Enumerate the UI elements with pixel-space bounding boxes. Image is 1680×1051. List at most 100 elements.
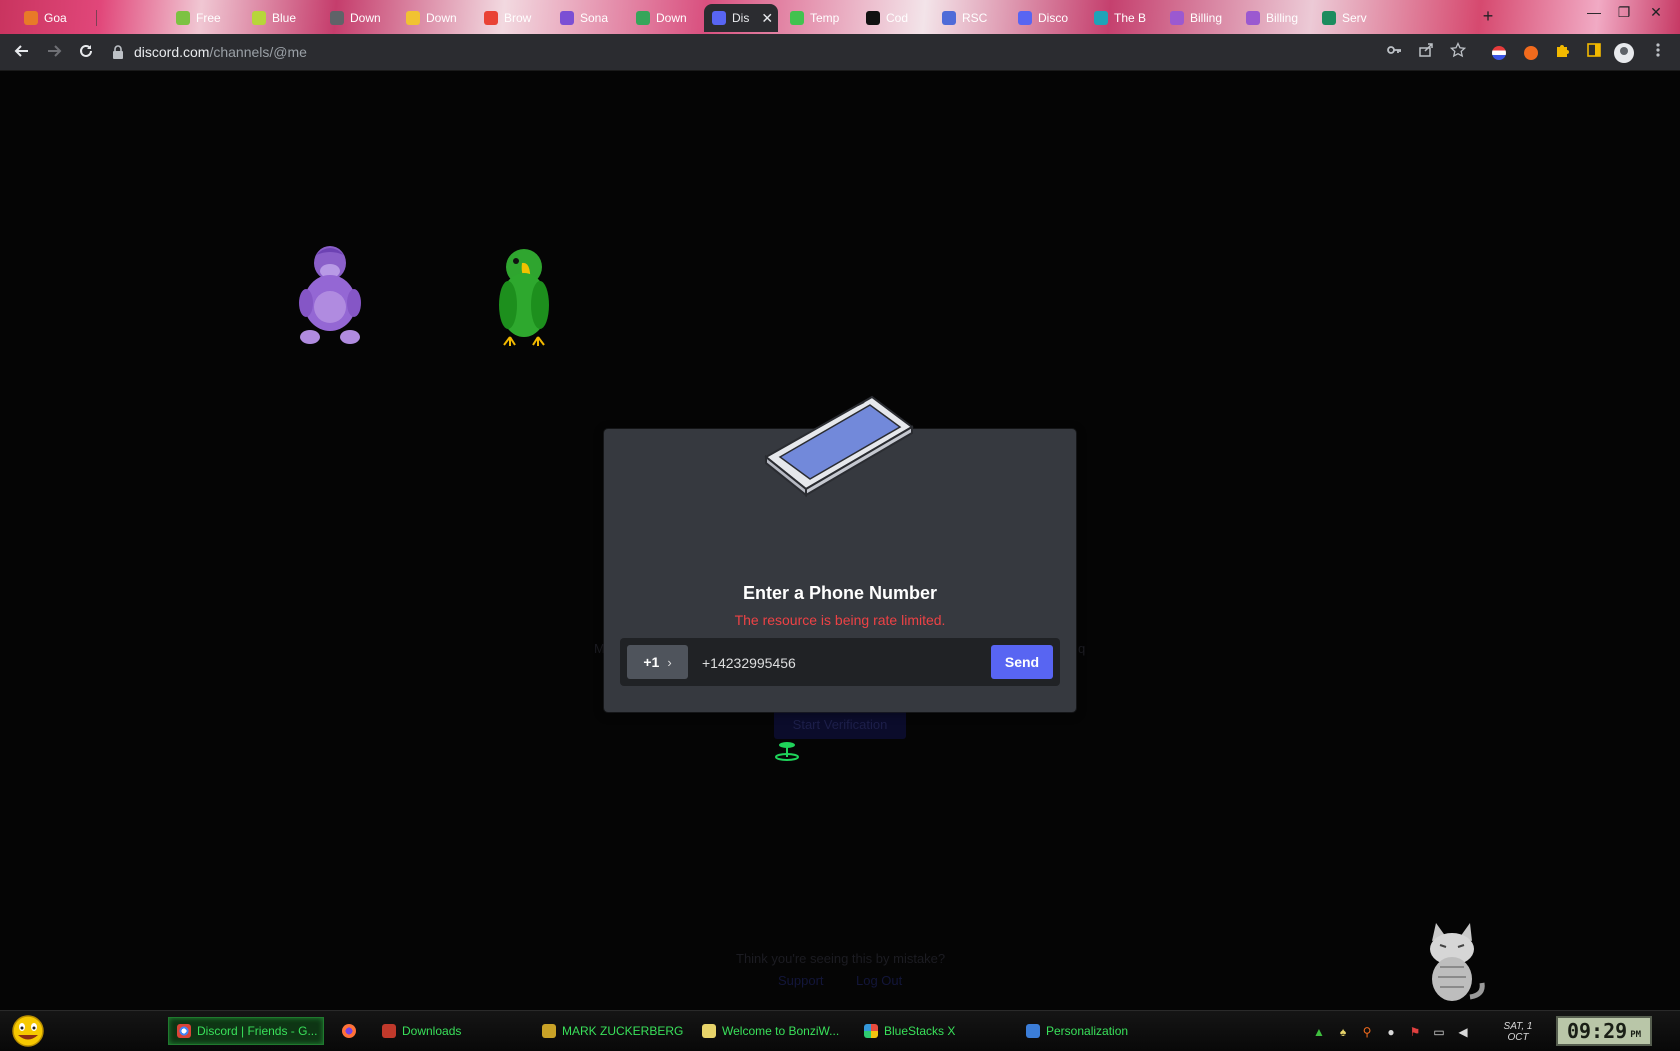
forward-arrow-icon[interactable] (44, 42, 64, 62)
phone-number-modal: Enter a Phone Number The resource is bei… (604, 395, 1076, 712)
tab-favicon-icon (484, 11, 498, 25)
browser-tab[interactable]: Serv (1314, 4, 1388, 32)
banana-icon (702, 1024, 716, 1038)
logout-link[interactable]: Log Out (856, 973, 902, 988)
clock-ampm: PM (1630, 1030, 1642, 1040)
tab-favicon-icon (1094, 11, 1108, 25)
browser-tab[interactable]: Brow (476, 4, 550, 32)
tray-clock[interactable]: 09:29 PM (1556, 1016, 1652, 1046)
restore-button[interactable]: ❐ (1610, 2, 1638, 22)
tab-favicon-icon (560, 11, 574, 25)
modal-title: Enter a Phone Number (742, 583, 938, 603)
page-content: M q Start Verification Think you're seei… (0, 71, 1680, 1010)
chrome-icon (177, 1024, 191, 1038)
taskbar: Discord | Friends - G... Downloads MARK … (0, 1010, 1680, 1051)
browser-tab[interactable]: RSC (934, 4, 1008, 32)
tab-favicon-icon (1170, 11, 1184, 25)
browser-tab[interactable]: Free (168, 4, 238, 32)
phone-illustration-icon (764, 395, 914, 498)
cat-buddy-icon[interactable] (1410, 917, 1490, 1007)
tab-favicon-icon (176, 11, 190, 25)
tray-tree-icon[interactable]: ▲ (1312, 1025, 1326, 1039)
folder-icon (382, 1024, 396, 1038)
busy-cursor-icon (775, 742, 799, 761)
lock-icon (112, 45, 124, 59)
close-window-button[interactable]: ✕ (1642, 2, 1670, 22)
green-parrot-buddy-icon[interactable] (486, 243, 566, 353)
firefox-icon (342, 1024, 356, 1038)
browser-tab-active[interactable]: Dis ✕ (704, 4, 778, 32)
tab-favicon-icon (866, 11, 880, 25)
support-link[interactable]: Support (778, 973, 824, 988)
new-tab-button[interactable]: + (1478, 6, 1498, 26)
network-icon[interactable]: ▭ (1432, 1025, 1446, 1039)
tray-banana-icon[interactable]: ♠ (1336, 1025, 1350, 1039)
key-icon[interactable] (1384, 42, 1404, 62)
puzzle-icon[interactable] (1552, 42, 1572, 62)
tray-flag-icon[interactable]: ⚑ (1408, 1025, 1422, 1039)
url-host: discord.com (134, 44, 210, 60)
faint-question-text: Think you're seeing this by mistake? (736, 951, 946, 966)
send-button[interactable]: Send (991, 645, 1053, 679)
rate-limit-error-text: The resource is being rate limited. (734, 612, 946, 628)
tray-search-icon[interactable]: ⚲ (1360, 1025, 1374, 1039)
tab-favicon-icon (1018, 11, 1032, 25)
url-path: /channels/@me (209, 44, 307, 60)
reload-icon[interactable] (76, 42, 96, 62)
back-arrow-icon[interactable] (12, 42, 32, 62)
kebab-menu-icon[interactable] (1648, 42, 1668, 62)
browser-tab[interactable]: Goa (16, 4, 94, 32)
tab-favicon-icon (636, 11, 650, 25)
minimize-button[interactable]: — (1580, 2, 1608, 22)
tab-close-icon[interactable]: ✕ (761, 10, 773, 27)
tab-favicon-icon (24, 11, 38, 25)
discord-favicon-icon (712, 11, 726, 25)
browser-tab[interactable]: Down (398, 4, 472, 32)
extension-flag-icon[interactable] (1492, 46, 1506, 60)
tab-favicon-icon (790, 11, 804, 25)
profile-avatar-icon[interactable] (1614, 43, 1634, 63)
share-icon[interactable] (1416, 42, 1436, 62)
monitor-icon (1026, 1024, 1040, 1038)
tab-favicon-icon (942, 11, 956, 25)
tab-divider (96, 10, 97, 26)
phone-input-row: +1 › Send (620, 638, 1060, 686)
phone-number-input[interactable] (700, 645, 974, 681)
taskbar-item-downloads[interactable]: Downloads (374, 1017, 526, 1045)
taskbar-item-discord[interactable]: Discord | Friends - G... (168, 1017, 324, 1045)
browser-tab[interactable]: Down (628, 4, 702, 32)
taskbar-item-bluestacks[interactable]: BlueStacks X (856, 1017, 1006, 1045)
browser-tab[interactable]: Blue (244, 4, 320, 32)
browser-tab[interactable]: Down (322, 4, 396, 32)
address-bar[interactable]: discord.com /channels/@me (112, 39, 1372, 65)
browser-tab[interactable]: Billing (1238, 4, 1312, 32)
taskbar-item-mark-zuckerberg[interactable]: MARK ZUCKERBERG (534, 1017, 686, 1045)
taskbar-item-firefox[interactable] (334, 1017, 364, 1045)
tray-circle-icon[interactable]: ● (1384, 1025, 1398, 1039)
document-icon (542, 1024, 556, 1038)
chevron-right-icon: › (667, 654, 672, 670)
browser-tab[interactable]: The B (1086, 4, 1160, 32)
extension-fire-icon[interactable] (1524, 46, 1538, 60)
browser-tab[interactable]: Cod (858, 4, 932, 32)
browser-tab[interactable]: Temp (782, 4, 856, 32)
bluestacks-icon (864, 1024, 878, 1038)
side-panel-icon[interactable] (1584, 42, 1604, 62)
browser-tab[interactable]: Billing (1162, 4, 1236, 32)
taskbar-item-personalization[interactable]: Personalization (1018, 1017, 1178, 1045)
country-code-selector[interactable]: +1 › (627, 645, 688, 679)
tab-favicon-icon (1246, 11, 1260, 25)
browser-tab[interactable]: Disco (1010, 4, 1084, 32)
purple-gorilla-buddy-icon[interactable] (290, 241, 370, 351)
tray-date[interactable]: SAT, 1 OCT (1488, 1021, 1548, 1043)
faint-side-text-right: q (1078, 641, 1086, 656)
tab-favicon-icon (330, 11, 344, 25)
tab-favicon-icon (1322, 11, 1336, 25)
browser-tab[interactable]: Sona (552, 4, 626, 32)
start-smiley-icon[interactable] (8, 1014, 48, 1048)
star-icon[interactable] (1448, 41, 1468, 62)
taskbar-item-bonziworld[interactable]: Welcome to BonziW... (694, 1017, 848, 1045)
browser-toolbar: discord.com /channels/@me (0, 34, 1680, 71)
tab-favicon-icon (406, 11, 420, 25)
volume-icon[interactable]: ◀ (1456, 1025, 1470, 1039)
